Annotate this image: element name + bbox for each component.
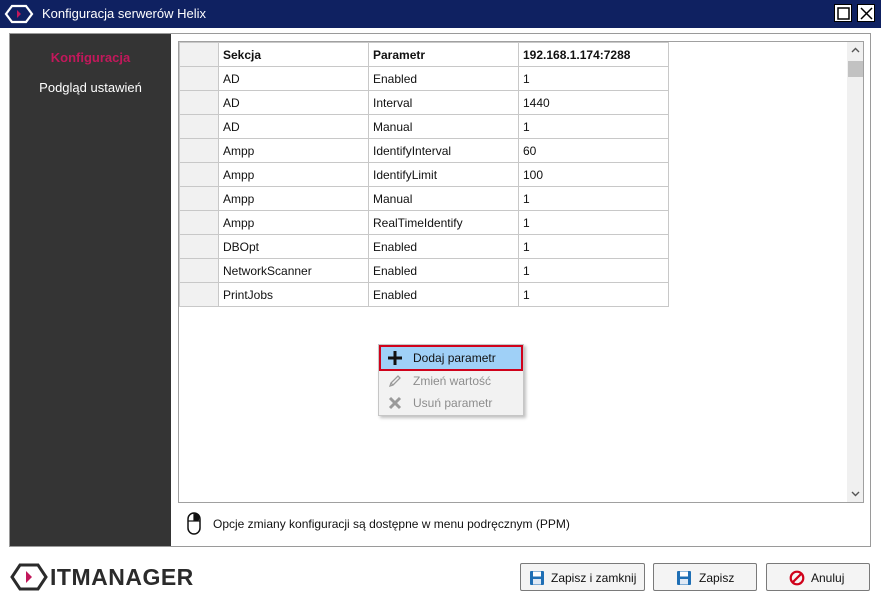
table-row[interactable]: DBOpt Enabled 1 [179, 234, 669, 259]
row-header-corner [179, 42, 219, 67]
cancel-label: Anuluj [811, 571, 845, 585]
cancel-button[interactable]: Anuluj [766, 563, 870, 591]
cell-sekcja[interactable]: Ampp [218, 186, 369, 211]
row-header[interactable] [179, 66, 219, 91]
cell-value[interactable]: 60 [518, 138, 669, 163]
cell-value[interactable]: 1 [518, 234, 669, 259]
row-header[interactable] [179, 162, 219, 187]
menu-item-usun-parametr[interactable]: Usuń parametr [381, 392, 521, 414]
main-frame: Konfiguracja Podgląd ustawień Sekcja Par… [9, 33, 871, 547]
cell-parametr[interactable]: Enabled [368, 282, 519, 307]
hint-text: Opcje zmiany konfiguracji są dostępne w … [213, 517, 570, 531]
table-body: AD Enabled 1 AD Interval 1440 AD Manual 1 Ampp Ide… [179, 66, 669, 307]
row-header[interactable] [179, 186, 219, 211]
context-menu: Dodaj parametr Zmień wartość Usuń parame… [378, 344, 524, 416]
mouse-icon [186, 510, 202, 536]
table-header-row: Sekcja Parametr 192.168.1.174:7288 [179, 42, 669, 67]
save-and-close-label: Zapisz i zamknij [551, 571, 637, 585]
plus-icon [387, 350, 403, 366]
table-row[interactable]: Ampp RealTimeIdentify 1 [179, 210, 669, 235]
save-label: Zapisz [699, 571, 735, 585]
maximize-icon [837, 7, 850, 20]
cell-parametr[interactable]: Manual [368, 186, 519, 211]
table-row[interactable]: Ampp IdentifyInterval 60 [179, 138, 669, 163]
cell-parametr[interactable]: Enabled [368, 234, 519, 259]
app-logo-icon [4, 4, 34, 24]
title-bar: Konfiguracja serwerów Helix [0, 0, 881, 28]
close-button[interactable] [857, 4, 875, 22]
itmanager-logo-text: ITMANAGER [50, 564, 194, 591]
table-row[interactable]: PrintJobs Enabled 1 [179, 282, 669, 307]
scrollbar-thumb[interactable] [848, 61, 863, 77]
x-icon [387, 395, 403, 411]
row-header[interactable] [179, 210, 219, 235]
menu-item-label: Dodaj parametr [413, 351, 496, 365]
config-grid-panel[interactable]: Sekcja Parametr 192.168.1.174:7288 AD Ena… [178, 41, 864, 503]
cell-sekcja[interactable]: PrintJobs [218, 282, 369, 307]
save-button[interactable]: Zapisz [653, 563, 757, 591]
row-header[interactable] [179, 90, 219, 115]
table-row[interactable]: AD Manual 1 [179, 114, 669, 139]
table-row[interactable]: NetworkScanner Enabled 1 [179, 258, 669, 283]
cell-sekcja[interactable]: AD [218, 114, 369, 139]
pencil-icon [387, 373, 403, 389]
window-title: Konfiguracja serwerów Helix [42, 6, 207, 21]
cell-parametr[interactable]: IdentifyInterval [368, 138, 519, 163]
floppy-disk-icon [676, 570, 692, 586]
cell-value[interactable]: 1 [518, 186, 669, 211]
column-header-parametr[interactable]: Parametr [368, 42, 519, 67]
cell-parametr[interactable]: Manual [368, 114, 519, 139]
vertical-scrollbar[interactable] [847, 42, 863, 502]
row-header[interactable] [179, 114, 219, 139]
cell-value[interactable]: 1 [518, 66, 669, 91]
scroll-down-icon[interactable] [847, 485, 863, 502]
table-row[interactable]: AD Enabled 1 [179, 66, 669, 91]
sidebar: Konfiguracja Podgląd ustawień [10, 34, 171, 546]
cancel-circle-icon [789, 570, 805, 586]
row-header[interactable] [179, 258, 219, 283]
scroll-up-icon[interactable] [847, 42, 863, 59]
itmanager-logo: ITMANAGER [10, 562, 210, 592]
cell-value[interactable]: 1 [518, 282, 669, 307]
cell-parametr[interactable]: Enabled [368, 66, 519, 91]
cell-sekcja[interactable]: Ampp [218, 210, 369, 235]
maximize-button[interactable] [834, 4, 852, 22]
cell-parametr[interactable]: RealTimeIdentify [368, 210, 519, 235]
sidebar-item-podglad-ustawien[interactable]: Podgląd ustawień [10, 80, 171, 95]
itmanager-logo-icon [10, 562, 48, 595]
cell-parametr[interactable]: IdentifyLimit [368, 162, 519, 187]
cell-sekcja[interactable]: AD [218, 90, 369, 115]
column-header-sekcja[interactable]: Sekcja [218, 42, 369, 67]
cell-sekcja[interactable]: Ampp [218, 138, 369, 163]
logo-text-manager: MANAGER [71, 564, 194, 590]
table-row[interactable]: AD Interval 1440 [179, 90, 669, 115]
logo-text-it: IT [50, 564, 72, 590]
cell-value[interactable]: 100 [518, 162, 669, 187]
row-header[interactable] [179, 234, 219, 259]
cell-sekcja[interactable]: AD [218, 66, 369, 91]
column-header-server[interactable]: 192.168.1.174:7288 [518, 42, 669, 67]
save-and-close-button[interactable]: Zapisz i zamknij [520, 563, 645, 591]
cell-value[interactable]: 1 [518, 210, 669, 235]
menu-item-zmien-wartosc[interactable]: Zmień wartość [381, 370, 521, 392]
cell-value[interactable]: 1440 [518, 90, 669, 115]
table-row[interactable]: Ampp IdentifyLimit 100 [179, 162, 669, 187]
menu-item-dodaj-parametr[interactable]: Dodaj parametr [379, 345, 523, 371]
menu-item-label: Usuń parametr [413, 396, 493, 410]
config-table: Sekcja Parametr 192.168.1.174:7288 AD Ena… [179, 42, 669, 307]
cell-parametr[interactable]: Interval [368, 90, 519, 115]
close-icon [860, 7, 873, 20]
row-header[interactable] [179, 138, 219, 163]
cell-sekcja[interactable]: Ampp [218, 162, 369, 187]
cell-sekcja[interactable]: NetworkScanner [218, 258, 369, 283]
table-row[interactable]: Ampp Manual 1 [179, 186, 669, 211]
menu-item-label: Zmień wartość [413, 374, 492, 388]
cell-value[interactable]: 1 [518, 114, 669, 139]
cell-sekcja[interactable]: DBOpt [218, 234, 369, 259]
floppy-disk-icon [529, 570, 545, 586]
cell-value[interactable]: 1 [518, 258, 669, 283]
sidebar-item-konfiguracja[interactable]: Konfiguracja [10, 50, 171, 65]
row-header[interactable] [179, 282, 219, 307]
cell-parametr[interactable]: Enabled [368, 258, 519, 283]
